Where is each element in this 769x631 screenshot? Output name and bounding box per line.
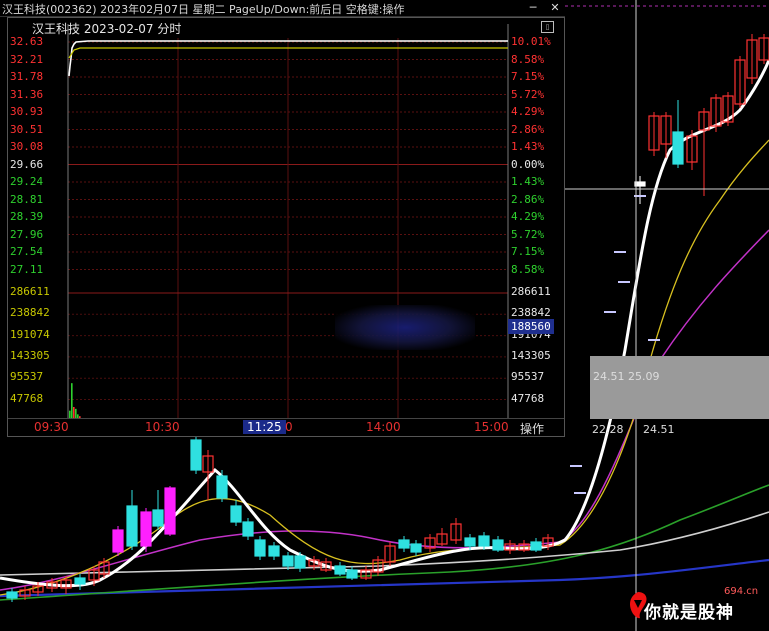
price-label: 32.21 xyxy=(10,52,44,66)
pct-label: 5.72% xyxy=(511,87,545,101)
candle-body xyxy=(230,505,242,523)
candle-body xyxy=(268,545,280,557)
crosshair-price-d: 24.51 xyxy=(643,423,675,436)
time-label: 09:30 xyxy=(34,420,69,434)
candle-body xyxy=(530,541,542,551)
candle-body xyxy=(140,511,152,547)
crosshair-price-c: 22.28 xyxy=(592,423,624,436)
candle-body xyxy=(190,439,202,471)
close-icon[interactable]: ✕ xyxy=(546,0,564,15)
price-label: 29.66 xyxy=(10,157,44,171)
volume-label: 286611 xyxy=(10,285,50,298)
candle-body xyxy=(6,591,18,599)
blurred-overlay xyxy=(335,305,475,350)
price-label: 30.08 xyxy=(10,140,44,153)
candle-body xyxy=(254,539,266,557)
price-label: 27.11 xyxy=(10,262,44,276)
price-label: 28.81 xyxy=(10,192,44,206)
candle-body xyxy=(216,475,228,499)
time-label: 15:00 xyxy=(474,420,509,434)
price-label: 31.36 xyxy=(10,87,44,101)
pct-label: 8.58% xyxy=(511,262,545,276)
pct-label: 8.58% xyxy=(511,52,545,66)
minimize-icon[interactable]: ─ xyxy=(524,0,542,15)
pct-label: 5.72% xyxy=(511,227,545,241)
candle-body xyxy=(152,509,164,527)
pct-label: 2.86% xyxy=(511,192,545,206)
volume-label: 238842 xyxy=(10,306,50,320)
price-label: 30.51 xyxy=(10,122,44,136)
crosshair-box: 24.51 25.09 xyxy=(590,356,769,419)
title-text: 汉王科技(002362) 2023年02月07日 星期二 PageUp/Down… xyxy=(2,3,405,16)
candle-body xyxy=(410,543,422,553)
time-label-current: 11:25 xyxy=(243,420,286,434)
time-label: 10:30 xyxy=(145,420,180,434)
candle-body xyxy=(294,555,306,569)
pct-label: 1.43% xyxy=(511,140,545,153)
watermark-site: 694.cn xyxy=(724,586,759,597)
volume-label: 143305 xyxy=(511,348,551,362)
pct-label: 0.00% xyxy=(511,157,545,171)
candle-body xyxy=(346,569,358,579)
pct-label: 2.86% xyxy=(511,122,545,136)
watermark: 你就是股神 694.cn xyxy=(626,586,769,631)
title-bar: 汉王科技(002362) 2023年02月07日 星期二 PageUp/Down… xyxy=(0,0,565,17)
price-label: 31.78 xyxy=(10,70,44,83)
candle-body xyxy=(112,529,124,553)
price-label: 27.54 xyxy=(10,245,44,258)
volume-highlight: 188560 xyxy=(508,319,554,334)
volume-label: 286611 xyxy=(511,285,551,298)
intraday-popup: 汉王科技 2023-02-07 分时 ▯ 32.63 10.01% 32.21 8.5… xyxy=(7,17,565,437)
candle-body xyxy=(282,555,294,567)
time-axis: 09:30 10:30 11:25 0 14:00 15:00 操作 xyxy=(8,418,564,436)
volume-label: 95537 xyxy=(10,370,44,384)
pct-label: 7.15% xyxy=(511,70,545,83)
crosshair-price-a: 24.51 xyxy=(593,370,625,383)
volume-label: 238842 xyxy=(511,306,551,320)
volume-label: 95537 xyxy=(511,370,545,384)
pct-label: 10.01% xyxy=(511,35,551,48)
time-label: 0 xyxy=(285,420,293,434)
pct-label: 7.15% xyxy=(511,245,545,258)
volume-bar xyxy=(75,408,77,418)
candle-body xyxy=(672,131,684,165)
candle-body xyxy=(164,487,176,535)
candle-body xyxy=(242,521,254,537)
candle-body xyxy=(74,577,86,585)
candle-body xyxy=(492,539,504,551)
candle-body xyxy=(478,535,490,547)
volume-label: 47768 xyxy=(511,391,545,405)
candle-body xyxy=(334,565,346,575)
price-label: 32.63 xyxy=(10,35,44,48)
watermark-text: 你就是股神 xyxy=(644,603,734,623)
price-label: 28.39 xyxy=(10,210,44,223)
pct-label: 1.43% xyxy=(511,175,545,188)
candle-body xyxy=(398,539,410,549)
candle-body xyxy=(464,537,476,547)
volume-bar xyxy=(69,410,71,418)
intraday-chart xyxy=(67,24,509,418)
price-label: 27.96 xyxy=(10,227,44,241)
volume-label: 47768 xyxy=(10,391,44,405)
crosshair-price-b: 25.09 xyxy=(628,370,660,383)
pct-label: 4.29% xyxy=(511,210,545,223)
pct-label: 4.29% xyxy=(511,105,545,118)
candle-body xyxy=(126,505,138,547)
time-label: 14:00 xyxy=(366,420,401,434)
price-label: 30.93 xyxy=(10,105,44,118)
price-label: 29.24 xyxy=(10,175,44,188)
volume-label: 143305 xyxy=(10,348,50,362)
op-button[interactable]: 操作 xyxy=(520,420,544,437)
volume-label: 191074 xyxy=(10,327,50,341)
volume-bar xyxy=(73,407,75,418)
volume-bar xyxy=(71,383,73,418)
